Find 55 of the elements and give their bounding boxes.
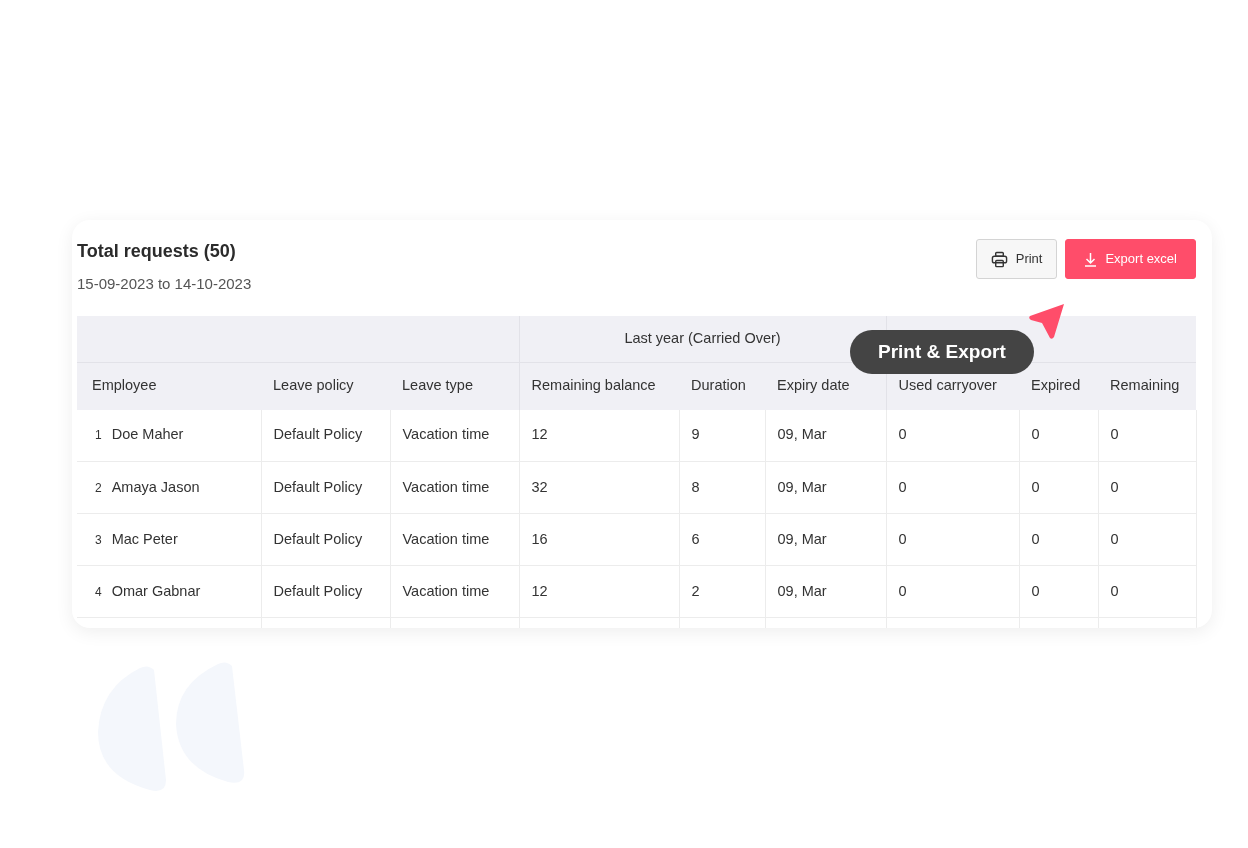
table-cell: Default Policy (273, 478, 363, 495)
table-cell: 0 (898, 530, 907, 547)
column-header: Expiry date (765, 362, 887, 410)
table-cell: 0 (898, 426, 907, 443)
table-cell: 0 (1031, 582, 1040, 599)
table-cell: Default Policy (273, 426, 363, 443)
row-number: 2 (95, 480, 102, 495)
employee-name: Doe Maher (111, 426, 184, 443)
table-cell: 8 (691, 478, 700, 495)
table-cell: Default Policy (273, 530, 363, 547)
table-cell: 0 (1110, 478, 1119, 495)
table-cell: 09, Mar (777, 478, 827, 495)
column-header: Remaining balance (519, 362, 680, 410)
table-cell: 6 (691, 530, 700, 547)
column-header: Employee (77, 362, 261, 410)
table-cell: 09, Mar (777, 426, 827, 443)
table-cell: 2 (691, 582, 700, 599)
table-cell: Vacation time (402, 478, 490, 495)
row-number: 4 (95, 584, 102, 599)
table-cell: Vacation time (402, 530, 490, 547)
table-cell: 32 (531, 478, 548, 495)
cursor-icon (1028, 302, 1066, 340)
column-header: Duration (679, 362, 766, 410)
column-header: Leave type (390, 362, 520, 410)
table-cell: 9 (691, 426, 700, 443)
tooltip: Print & Export (850, 330, 1034, 374)
table-cell: 09, Mar (777, 582, 827, 599)
download-icon (1084, 251, 1098, 267)
table-cell: 0 (898, 478, 907, 495)
row-number: 3 (95, 532, 102, 547)
row-number: 1 (95, 428, 102, 443)
table-cell: 0 (1031, 426, 1040, 443)
table-cell: Vacation time (402, 426, 490, 443)
column-header: Expired (1019, 362, 1099, 410)
table-cell: 12 (531, 426, 548, 443)
print-button[interactable]: Print (975, 239, 1058, 279)
column-header: Remaining (1098, 362, 1197, 410)
employee-name: Amaya Jason (111, 478, 200, 495)
employee-name: Mac Peter (111, 530, 178, 547)
table-cell: 0 (898, 582, 907, 599)
table-cell: 0 (1110, 530, 1119, 547)
employee-name: Omar Gabnar (111, 582, 201, 599)
table-cell: 09, Mar (777, 530, 827, 547)
date-range: 15-09-2023 to 14-10-2023 (77, 274, 252, 294)
table-cell: Vacation time (402, 582, 490, 599)
table-cell: 0 (1110, 426, 1119, 443)
card-title: Total requests (50) (77, 240, 237, 263)
table-cell: 0 (1031, 530, 1040, 547)
printer-icon (990, 250, 1008, 268)
table-cell: 12 (531, 582, 548, 599)
table-cell: 16 (531, 530, 548, 547)
table-cell: 0 (1110, 582, 1119, 599)
table-cell: Default Policy (273, 582, 363, 599)
table-cell: 0 (1031, 478, 1040, 495)
column-header: Leave policy (261, 362, 390, 410)
